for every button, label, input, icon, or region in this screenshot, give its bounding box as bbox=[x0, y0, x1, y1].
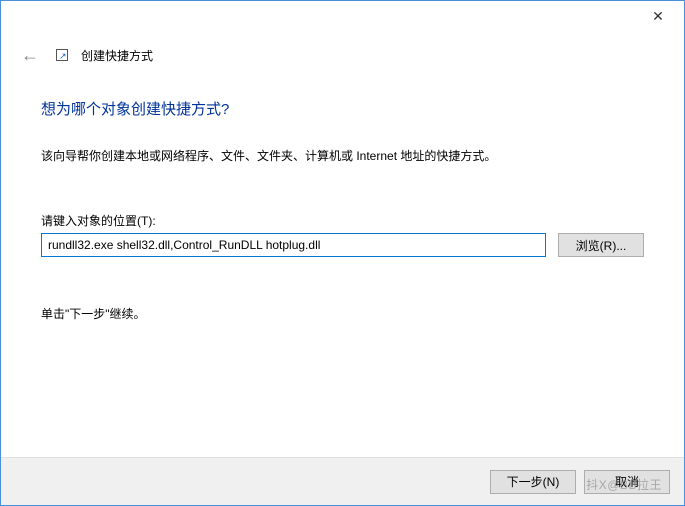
close-button[interactable]: ✕ bbox=[638, 3, 678, 29]
close-icon: ✕ bbox=[652, 8, 664, 25]
shortcut-icon bbox=[55, 48, 71, 64]
footer-bar: 下一步(N) 取消 bbox=[1, 457, 684, 505]
back-arrow-icon: ← bbox=[15, 43, 45, 68]
titlebar: ✕ bbox=[1, 1, 684, 31]
continue-hint: 单击"下一步"继续。 bbox=[41, 305, 644, 322]
next-button[interactable]: 下一步(N) bbox=[490, 470, 576, 494]
cancel-button[interactable]: 取消 bbox=[584, 470, 670, 494]
location-input[interactable] bbox=[41, 233, 546, 257]
input-row: 浏览(R)... bbox=[41, 233, 644, 257]
browse-button[interactable]: 浏览(R)... bbox=[558, 233, 644, 257]
location-label: 请键入对象的位置(T): bbox=[41, 212, 644, 229]
content-area: 想为哪个对象创建快捷方式? 该向导帮你创建本地或网络程序、文件、文件夹、计算机或… bbox=[1, 78, 684, 342]
page-heading: 想为哪个对象创建快捷方式? bbox=[41, 98, 644, 119]
wizard-title: 创建快捷方式 bbox=[81, 47, 153, 64]
wizard-header: ← 创建快捷方式 bbox=[1, 31, 684, 78]
description-text: 该向导帮你创建本地或网络程序、文件、文件夹、计算机或 Internet 地址的快… bbox=[41, 147, 644, 164]
